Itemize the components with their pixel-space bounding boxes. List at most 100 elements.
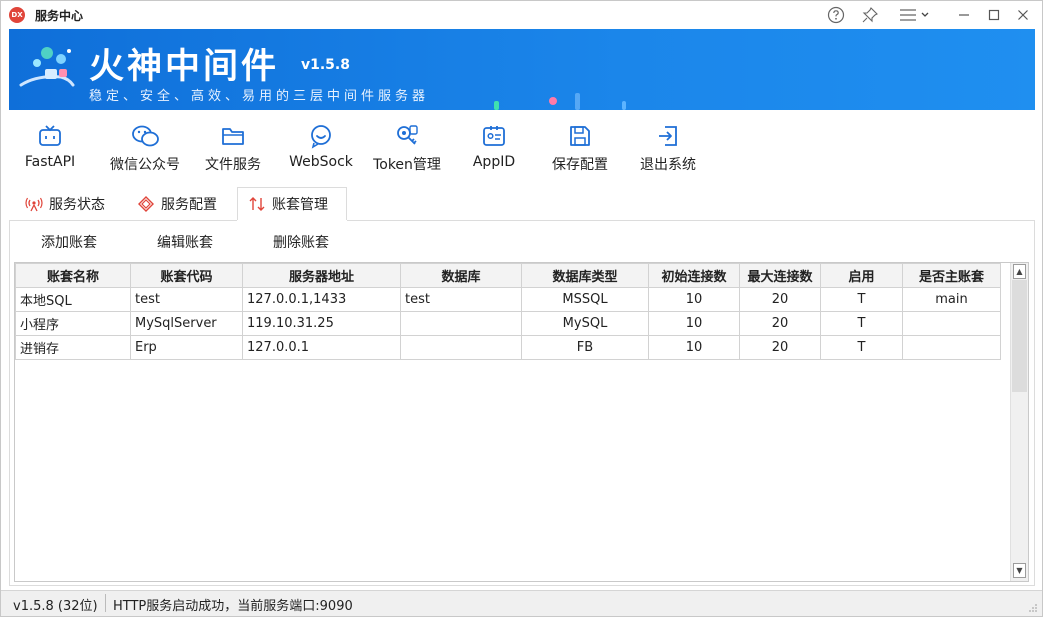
id-card-icon: [483, 126, 505, 146]
table-row[interactable]: 小程序 MySqlServer 119.10.31.25 MySQL 10 20…: [15, 311, 1001, 336]
exit-icon: [659, 126, 677, 146]
key-badge-icon: [397, 125, 418, 145]
table-cell[interactable]: [902, 311, 1001, 336]
scroll-up-icon[interactable]: ▲: [1013, 264, 1026, 279]
table-cell[interactable]: [400, 311, 522, 336]
pin-icon[interactable]: [859, 5, 881, 25]
toolbar-label: Token管理: [373, 157, 441, 173]
toolbar-token-button[interactable]: Token管理: [367, 119, 447, 177]
column-header[interactable]: 初始连接数: [648, 263, 740, 288]
decor-dot: [549, 97, 557, 105]
toolbar-save-button[interactable]: 保存配置: [545, 119, 615, 177]
main-toolbar: FastAPI 微信公众号 文件服务 WebSock Token管理 AppID…: [9, 119, 1035, 179]
add-account-button[interactable]: 添加账套: [41, 229, 97, 255]
folder-icon: [222, 128, 244, 145]
menu-icon[interactable]: [896, 5, 932, 25]
table-cell[interactable]: T: [820, 335, 903, 360]
table-cell[interactable]: 本地SQL: [15, 287, 131, 312]
toolbar-exit-button[interactable]: 退出系统: [631, 119, 705, 177]
product-version: v1.5.8: [301, 57, 350, 73]
save-icon: [570, 126, 590, 146]
toolbar-wechat-button[interactable]: 微信公众号: [101, 119, 189, 177]
table-vertical-scrollbar[interactable]: ▲ ▼: [1010, 263, 1028, 581]
status-message: HTTP服务启动成功，当前服务端口:9090: [113, 599, 353, 614]
table-cell[interactable]: 20: [739, 335, 821, 360]
table-cell[interactable]: MSSQL: [521, 287, 649, 312]
status-divider: [105, 594, 106, 612]
maximize-icon[interactable]: [983, 5, 1005, 25]
table-cell[interactable]: 119.10.31.25: [242, 311, 401, 336]
sort-arrows-icon: [249, 197, 265, 211]
column-header[interactable]: 账套名称: [15, 263, 131, 288]
signal-icon: [25, 197, 43, 212]
table-cell[interactable]: 进销存: [15, 335, 131, 360]
table-cell[interactable]: MySQL: [521, 311, 649, 336]
toolbar-label: 微信公众号: [110, 157, 180, 173]
table-header-row: 账套名称 账套代码 服务器地址 数据库 数据库类型 初始连接数 最大连接数 启用…: [15, 263, 1001, 288]
column-header[interactable]: 账套代码: [130, 263, 243, 288]
decor-bar: [622, 101, 626, 110]
close-icon[interactable]: [1012, 5, 1034, 25]
status-version: v1.5.8 (32位): [13, 599, 98, 614]
table-cell[interactable]: 127.0.0.1: [242, 335, 401, 360]
decor-bar: [494, 101, 499, 110]
table-cell[interactable]: 20: [739, 287, 821, 312]
tab-strip: 服务状态 服务配置 账套管理: [9, 187, 1035, 221]
toolbar-label: FastAPI: [24, 154, 76, 170]
delete-account-button[interactable]: 删除账套: [273, 229, 329, 255]
toolbar-file-service-button[interactable]: 文件服务: [199, 119, 267, 177]
table-cell[interactable]: FB: [521, 335, 649, 360]
column-header[interactable]: 数据库类型: [521, 263, 649, 288]
table-cell[interactable]: 小程序: [15, 311, 131, 336]
column-header[interactable]: 启用: [820, 263, 903, 288]
tv-icon: [39, 125, 61, 146]
tab-label: 服务配置: [161, 197, 217, 213]
toolbar-label: 保存配置: [552, 157, 608, 173]
table-row[interactable]: 本地SQL test 127.0.0.1,1433 test MSSQL 10 …: [15, 287, 1001, 312]
header-banner: 火神中间件 v1.5.8 稳定、安全、高效、易用的三层中间件服务器: [9, 29, 1035, 110]
toolbar-label: AppID: [472, 154, 516, 170]
edit-account-button[interactable]: 编辑账套: [157, 229, 213, 255]
table-cell[interactable]: main: [902, 287, 1001, 312]
config-icon: [138, 196, 154, 212]
table-cell[interactable]: 10: [648, 287, 740, 312]
tab-service-status[interactable]: 服务状态: [15, 187, 115, 221]
product-title: 火神中间件: [89, 47, 280, 87]
table-cell[interactable]: Erp: [130, 335, 243, 360]
tab-label: 账套管理: [272, 197, 328, 213]
column-header[interactable]: 服务器地址: [242, 263, 401, 288]
table-cell[interactable]: T: [820, 311, 903, 336]
table-cell[interactable]: 127.0.0.1,1433: [242, 287, 401, 312]
product-logo-icon: [19, 47, 75, 87]
tab-service-config[interactable]: 服务配置: [127, 187, 227, 221]
panel-divider: [347, 220, 1035, 221]
wechat-icon: [132, 125, 159, 147]
table-cell[interactable]: [400, 335, 522, 360]
table-cell[interactable]: 20: [739, 311, 821, 336]
column-header[interactable]: 最大连接数: [739, 263, 821, 288]
toolbar-websock-button[interactable]: WebSock: [283, 119, 359, 177]
toolbar-label: 文件服务: [205, 157, 261, 173]
chat-bubble-icon: [311, 125, 331, 149]
help-icon[interactable]: [825, 5, 847, 25]
scroll-down-icon[interactable]: ▼: [1013, 563, 1026, 578]
panel-divider: [9, 220, 237, 221]
table-cell[interactable]: [902, 335, 1001, 360]
table-cell[interactable]: 10: [648, 311, 740, 336]
resize-grip-icon[interactable]: [1028, 603, 1038, 613]
tab-label: 服务状态: [49, 197, 105, 213]
column-header[interactable]: 数据库: [400, 263, 522, 288]
tab-account-management[interactable]: 账套管理: [237, 187, 347, 221]
table-cell[interactable]: MySqlServer: [130, 311, 243, 336]
column-header[interactable]: 是否主账套: [902, 263, 1001, 288]
toolbar-appid-button[interactable]: AppID: [463, 119, 525, 177]
status-bar: v1.5.8 (32位) HTTP服务启动成功，当前服务端口:9090: [1, 590, 1042, 616]
table-cell[interactable]: test: [130, 287, 243, 312]
toolbar-fastapi-button[interactable]: FastAPI: [19, 119, 81, 177]
table-cell[interactable]: T: [820, 287, 903, 312]
table-cell[interactable]: test: [400, 287, 522, 312]
table-cell[interactable]: 10: [648, 335, 740, 360]
scroll-thumb[interactable]: [1012, 280, 1027, 392]
table-row[interactable]: 进销存 Erp 127.0.0.1 FB 10 20 T: [15, 335, 1001, 360]
minimize-icon[interactable]: [953, 5, 975, 25]
